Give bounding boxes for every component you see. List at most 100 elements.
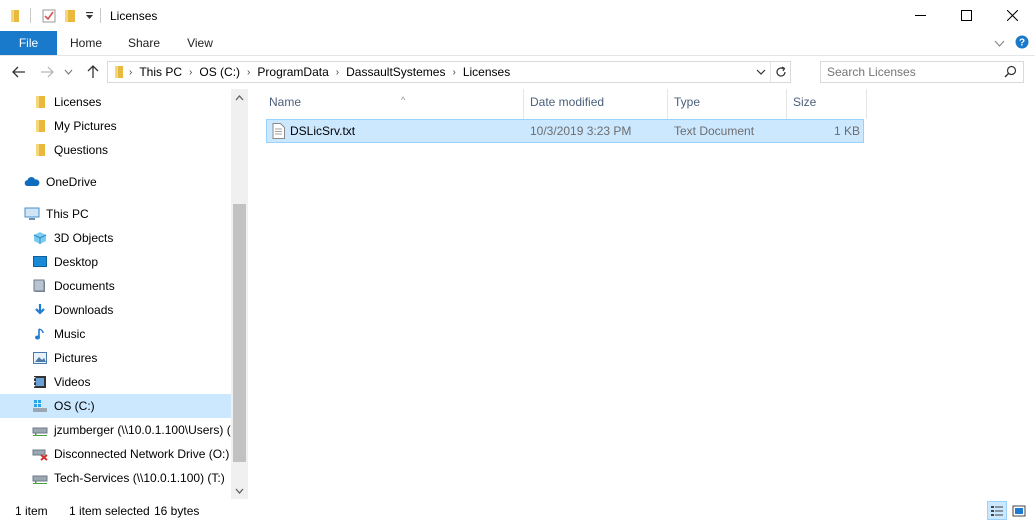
sidebar-item-this-pc[interactable]: This PC [0,202,231,226]
divider [100,8,101,23]
tab-file[interactable]: File [0,31,57,55]
chevron-down-icon [756,69,766,75]
expand-ribbon-icon[interactable] [994,37,1005,51]
scroll-thumb[interactable] [233,204,246,462]
cube-icon [32,230,48,246]
forward-button[interactable] [38,64,56,80]
details-view-button[interactable] [987,501,1007,520]
breadcrumb-os-c[interactable]: OS (C:) [194,65,245,79]
chevron-up-icon [235,94,244,100]
folder-icon [32,142,48,158]
file-date-modified: 10/3/2019 3:23 PM [530,124,632,138]
sidebar-item-network-drive-t[interactable]: Tech-Services (\\10.0.1.100) (T:) [0,466,231,490]
network-drive-icon [32,422,48,438]
search-box[interactable] [820,61,1024,83]
forward-arrow-icon [41,66,54,78]
properties-icon[interactable] [42,8,56,24]
tab-home[interactable]: Home [62,31,110,55]
large-icons-view-icon [1012,505,1026,516]
sidebar-item-label: Music [54,327,86,341]
sidebar-item-label: jzumberger (\\10.0.1.100\Users) (H [54,423,231,437]
search-input[interactable] [827,64,997,80]
sidebar-item-os-c[interactable]: OS (C:) [0,394,231,418]
ribbon: File Home Share View ? [0,31,1035,56]
navigation-scrollbar[interactable] [231,89,248,499]
new-folder-icon[interactable] [64,8,76,24]
selection-count: 1 item selected [69,504,150,518]
chevron-right-icon[interactable]: › [450,67,457,78]
status-bar: 1 item 1 item selected 16 bytes [0,499,1035,523]
breadcrumb-licenses[interactable]: Licenses [458,65,515,79]
divider [30,8,31,23]
sidebar-item-licenses[interactable]: Licenses [0,90,231,114]
column-header-size[interactable]: Size [787,89,867,119]
folder-icon [110,65,127,79]
file-size: 1 KB [833,124,860,138]
sidebar-item-label: OneDrive [46,175,97,189]
sidebar-item-downloads[interactable]: Downloads [0,298,231,322]
sidebar-item-label: OS (C:) [54,399,95,413]
scroll-down-button[interactable] [231,482,248,499]
search-icon[interactable] [1004,65,1017,81]
refresh-icon [775,66,786,77]
column-header-type[interactable]: Type [668,89,787,119]
table-row[interactable]: DSLicSrv.txt 10/3/2019 3:23 PM Text Docu… [266,119,864,143]
window-title: Licenses [110,9,158,23]
column-header-date-modified[interactable]: Date modified [524,89,668,119]
sidebar-item-videos[interactable]: Videos [0,370,231,394]
sidebar-item-disconnected-drive-o[interactable]: Disconnected Network Drive (O:) [0,442,231,466]
address-history-button[interactable] [752,62,770,82]
chevron-right-icon[interactable]: › [187,67,194,78]
sidebar-item-onedrive[interactable]: OneDrive [0,170,231,194]
svg-text:?: ? [1019,38,1025,49]
maximize-icon [960,10,972,21]
sidebar-item-network-drive-h[interactable]: jzumberger (\\10.0.1.100\Users) (H [0,418,231,442]
customize-toolbar-icon[interactable] [85,8,94,24]
sidebar-item-label: Desktop [54,255,99,269]
maximize-button[interactable] [943,0,989,31]
tab-view[interactable]: View [178,31,222,55]
folder-icon [32,94,48,110]
sort-ascending-icon: ^ [401,95,406,105]
minimize-button[interactable] [897,0,943,31]
back-button[interactable] [10,64,28,80]
up-arrow-icon [87,65,99,78]
sidebar-item-pictures[interactable]: Pictures [0,346,231,370]
chevron-right-icon[interactable]: › [127,67,134,78]
music-icon [32,326,48,342]
folder-icon [10,8,20,24]
sidebar-item-documents[interactable]: Documents [0,274,231,298]
breadcrumb-programdata[interactable]: ProgramData [252,65,333,79]
file-name: DSLicSrv.txt [290,124,356,138]
large-icons-view-button[interactable] [1009,501,1029,520]
pictures-icon [32,350,48,366]
scroll-up-button[interactable] [231,89,248,106]
file-list: ^ Name Date modified Type Size DSLicSrv.… [250,89,1035,499]
up-button[interactable] [84,64,102,80]
chevron-down-icon [235,488,244,494]
sidebar-item-music[interactable]: Music [0,322,231,346]
chevron-right-icon[interactable]: › [334,67,341,78]
column-header-name[interactable]: ^ Name [263,89,524,119]
sidebar-item-label: Licenses [54,95,102,109]
network-drive-icon [32,470,48,486]
sidebar-item-my-pictures[interactable]: My Pictures [0,114,231,138]
chevron-down-icon [64,69,72,75]
address-bar[interactable]: › This PC › OS (C:) › ProgramData › Dass… [107,61,791,83]
recent-locations-button[interactable] [62,64,74,80]
chevron-right-icon[interactable]: › [245,67,252,78]
sidebar-item-desktop[interactable]: Desktop [0,250,231,274]
sidebar-item-label: Downloads [54,303,114,317]
selection-size: 16 bytes [154,504,200,518]
download-icon [32,302,48,318]
sidebar-item-label: Documents [54,279,115,293]
breadcrumb-dassaultsystemes[interactable]: DassaultSystemes [341,65,450,79]
close-button[interactable] [989,0,1035,31]
computer-icon [24,206,40,222]
tab-share[interactable]: Share [120,31,168,55]
refresh-button[interactable] [770,62,790,82]
help-icon[interactable]: ? [1015,35,1029,52]
sidebar-item-3d-objects[interactable]: 3D Objects [0,226,231,250]
sidebar-item-questions[interactable]: Questions [0,138,231,162]
breadcrumb-this-pc[interactable]: This PC [134,65,187,79]
